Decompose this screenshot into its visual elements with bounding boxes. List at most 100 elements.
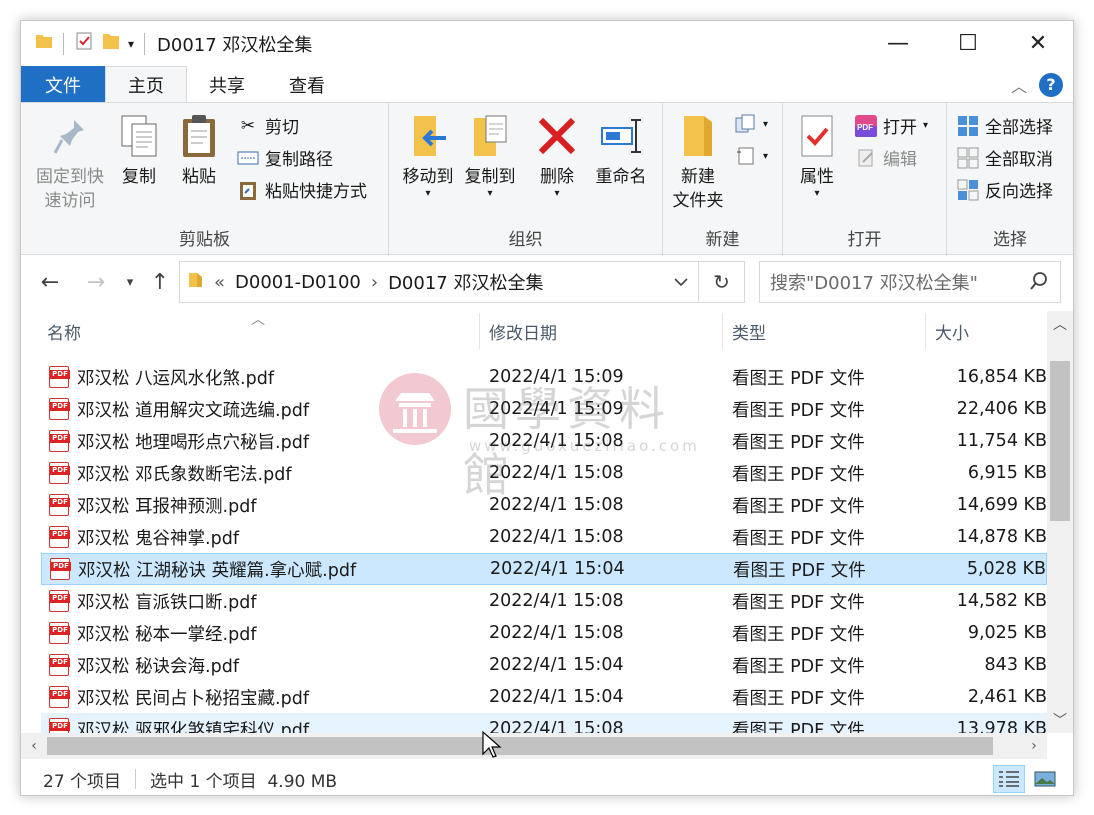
copy-button[interactable]: 复制 — [117, 113, 161, 189]
minimize-button[interactable]: — — [863, 21, 933, 66]
file-date: 2022/4/1 15:08 — [489, 527, 624, 547]
file-date: 2022/4/1 15:04 — [490, 559, 625, 579]
collapse-ribbon-icon[interactable]: ︿ — [1011, 73, 1027, 97]
recent-locations-icon[interactable]: ▾ — [115, 267, 145, 297]
file-row[interactable]: 邓汉松 秘诀会海.pdf 2022/4/1 15:04 看图王 PDF 文件 843 … — [41, 649, 1047, 681]
move-to-icon — [407, 113, 449, 159]
scroll-up-icon[interactable]: ︿ — [1047, 311, 1073, 337]
column-divider[interactable] — [925, 313, 926, 349]
file-row[interactable]: 邓汉松 耳报神预测.pdf 2022/4/1 15:08 看图王 PDF 文件 14,… — [41, 489, 1047, 521]
file-row[interactable]: 邓汉松 秘本一掌经.pdf 2022/4/1 15:08 看图王 PDF 文件 9,0… — [41, 617, 1047, 649]
delete-button[interactable]: 删除 ▾ — [535, 113, 579, 199]
edit-button[interactable]: 编辑 — [855, 145, 917, 170]
chevron-down-icon[interactable] — [666, 262, 696, 302]
file-row[interactable]: 邓汉松 盲派铁口断.pdf 2022/4/1 15:08 看图王 PDF 文件 14,… — [41, 585, 1047, 617]
close-button[interactable]: ✕ — [1003, 21, 1073, 66]
file-row[interactable]: 邓汉松 邓氏象数断宅法.pdf 2022/4/1 15:08 看图王 PDF 文件 6… — [41, 457, 1047, 489]
tab-file[interactable]: 文件 — [21, 66, 105, 103]
help-icon[interactable]: ? — [1039, 72, 1063, 97]
properties-button[interactable]: 属性 ▾ — [795, 113, 839, 199]
details-view-icon[interactable] — [993, 765, 1025, 793]
move-to-label: 移动到 — [402, 167, 454, 187]
pdf-app-icon: PDF — [855, 114, 877, 137]
clipboard-group: 固定到快 速访问 复制 粘贴 ✂ 剪切 复制路径 粘贴快捷方式 剪贴板 — [21, 103, 389, 256]
new-item-button[interactable]: ▾ — [735, 113, 768, 135]
horizontal-scroll-thumb[interactable] — [47, 737, 993, 755]
search-input[interactable]: 搜索"D0017 邓汉松全集" — [759, 261, 1061, 303]
select-all-button[interactable]: 全部选择 — [957, 113, 1053, 138]
cut-button[interactable]: ✂ 剪切 — [237, 113, 299, 139]
divider — [144, 32, 146, 55]
copy-path-button[interactable]: 复制路径 — [237, 145, 333, 170]
file-row[interactable]: 邓汉松 民间占卜秘招宝藏.pdf 2022/4/1 15:04 看图王 PDF 文件… — [41, 681, 1047, 713]
file-size: 22,406 KB — [956, 399, 1047, 419]
column-size[interactable]: 大小 — [929, 311, 1047, 351]
file-row[interactable]: 邓汉松 江湖秘诀 英耀篇.拿心赋.pdf 2022/4/1 15:04 看图王 PD… — [41, 553, 1047, 585]
large-icons-view-icon[interactable] — [1029, 765, 1061, 793]
column-date[interactable]: 修改日期 — [483, 311, 723, 351]
scroll-down-icon[interactable]: ﹀ — [1047, 707, 1073, 733]
folder-icon — [35, 32, 53, 55]
file-name: 邓汉松 江湖秘诀 英耀篇.拿心赋.pdf — [78, 560, 357, 581]
open-button[interactable]: PDF 打开 ▾ — [855, 113, 928, 138]
select-none-button[interactable]: 全部取消 — [957, 145, 1053, 170]
file-row[interactable]: 邓汉松 鬼谷神掌.pdf 2022/4/1 15:08 看图王 PDF 文件 14,8… — [41, 521, 1047, 553]
file-name-cell: 邓汉松 耳报神预测.pdf — [49, 493, 257, 518]
ribbon: 固定到快 速访问 复制 粘贴 ✂ 剪切 复制路径 粘贴快捷方式 剪贴板 移动到 … — [21, 102, 1073, 256]
refresh-icon[interactable]: ↻ — [698, 262, 744, 302]
easy-access-button[interactable]: ▾ — [735, 145, 768, 167]
invert-selection-button[interactable]: 反向选择 — [957, 177, 1053, 202]
column-name[interactable]: 名称 — [41, 311, 481, 351]
window-controls: — ☐ ✕ — [863, 21, 1073, 66]
new-folder-button[interactable]: 新建 文件夹 — [669, 113, 727, 213]
vertical-scroll-thumb[interactable] — [1050, 361, 1070, 521]
pdf-file-icon — [49, 462, 70, 484]
file-type: 看图王 PDF 文件 — [732, 688, 865, 709]
column-type[interactable]: 类型 — [726, 311, 926, 351]
file-name-cell: 邓汉松 民间占卜秘招宝藏.pdf — [49, 685, 309, 710]
file-row[interactable]: 邓汉松 地理喝形点穴秘旨.pdf 2022/4/1 15:08 看图王 PDF 文件… — [41, 425, 1047, 457]
file-row[interactable]: 邓汉松 八运风水化煞.pdf 2022/4/1 15:09 看图王 PDF 文件 16… — [41, 361, 1047, 393]
copy-to-button[interactable]: 复制到 ▾ — [459, 113, 521, 199]
maximize-button[interactable]: ☐ — [933, 21, 1003, 66]
file-type: 看图王 PDF 文件 — [732, 432, 865, 453]
rename-button[interactable]: 重命名 — [589, 113, 653, 189]
organize-group-label: 组织 — [508, 230, 543, 250]
pdf-file-icon — [49, 718, 70, 733]
scroll-left-icon[interactable]: ‹ — [21, 733, 47, 759]
back-arrow-icon[interactable]: ← — [35, 267, 65, 297]
chevron-down-icon[interactable]: ▾ — [128, 37, 134, 51]
open-group-label: 打开 — [847, 230, 882, 250]
tab-share[interactable]: 共享 — [187, 66, 267, 103]
search-icon[interactable] — [1030, 272, 1048, 295]
tab-home[interactable]: 主页 — [105, 66, 187, 103]
rename-icon — [600, 113, 642, 159]
pin-quick-access-button[interactable]: 固定到快 速访问 — [31, 113, 109, 213]
breadcrumb-overflow[interactable]: « — [214, 272, 225, 293]
breadcrumb-item[interactable]: D0001-D0100 — [235, 272, 361, 293]
properties-icon[interactable] — [74, 31, 94, 56]
new-folder-icon[interactable] — [102, 31, 120, 56]
column-divider[interactable] — [479, 313, 480, 349]
title-bar: ▾ D0017 邓汉松全集 — ☐ ✕ — [21, 21, 1073, 66]
horizontal-scrollbar[interactable]: ‹ › — [21, 733, 1047, 759]
up-arrow-icon[interactable]: ↑ — [145, 267, 175, 297]
vertical-scrollbar[interactable]: ︿ ﹀ — [1047, 311, 1073, 733]
forward-arrow-icon[interactable]: → — [81, 267, 111, 297]
file-size: 14,582 KB — [956, 591, 1047, 611]
address-bar[interactable]: « D0001-D0100 › D0017 邓汉松全集 ↻ — [179, 261, 745, 303]
paste-shortcut-button[interactable]: 粘贴快捷方式 — [237, 177, 367, 202]
breadcrumb-separator[interactable]: › — [371, 272, 378, 293]
file-type: 看图王 PDF 文件 — [732, 528, 865, 549]
select-all-label: 全部选择 — [985, 118, 1053, 138]
tab-view[interactable]: 查看 — [267, 66, 347, 103]
column-divider[interactable] — [722, 313, 723, 349]
paste-button[interactable]: 粘贴 — [177, 113, 221, 189]
select-group: 全部选择 全部取消 反向选择 选择 — [947, 103, 1073, 256]
pin-icon — [49, 113, 91, 159]
move-to-button[interactable]: 移动到 ▾ — [397, 113, 459, 199]
file-row[interactable]: 邓汉松 驱邪化煞镇宅科仪.pdf 2022/4/1 15:08 看图王 PDF 文件… — [41, 713, 1047, 733]
breadcrumb-item[interactable]: D0017 邓汉松全集 — [388, 269, 543, 295]
scroll-right-icon[interactable]: › — [1021, 733, 1047, 759]
file-row[interactable]: 邓汉松 道用解灾文疏选编.pdf 2022/4/1 15:09 看图王 PDF 文件… — [41, 393, 1047, 425]
